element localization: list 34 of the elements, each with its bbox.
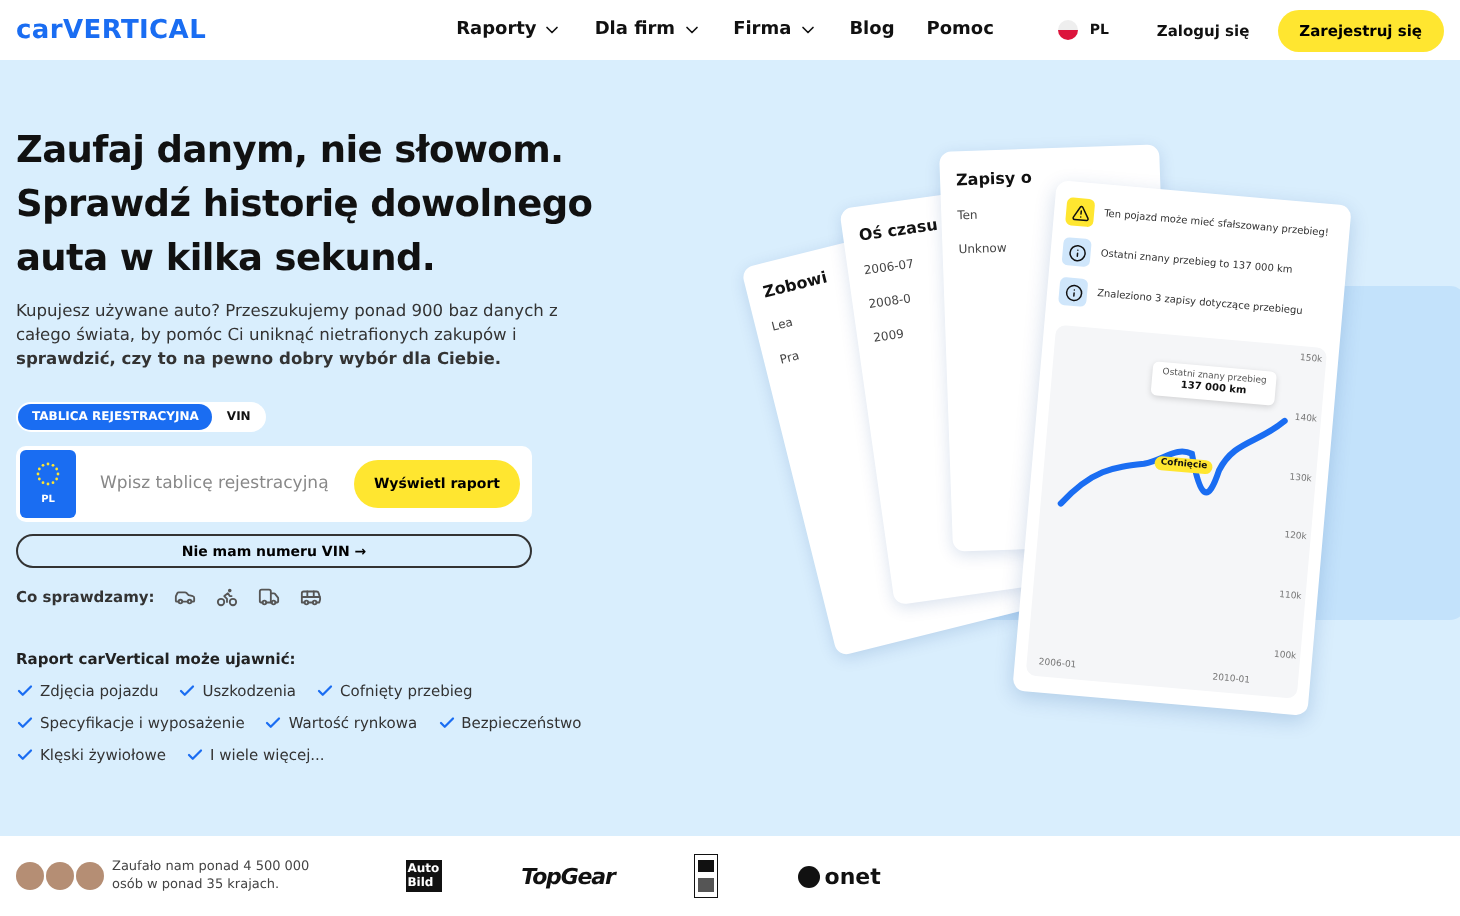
card-title: Oś czasu — [857, 213, 941, 245]
headline: Zaufaj danym, nie słowom. — [16, 128, 566, 176]
headline: auta w kilka sekund. — [16, 236, 438, 284]
check-icon — [316, 682, 335, 700]
check-icon — [186, 746, 204, 764]
nav-link[interactable]: Pomoc — [926, 20, 994, 40]
nav-link[interactable]: Firma — [733, 20, 818, 40]
logo[interactable]: carVERTICAL — [16, 15, 207, 45]
card-title: Zapisy o — [955, 166, 1035, 190]
camper-icon — [300, 586, 323, 608]
eu-stars-icon — [36, 462, 60, 486]
portal-logo: onet — [824, 863, 881, 889]
check-icon — [437, 714, 456, 732]
dot-icon — [798, 865, 821, 887]
avatar — [16, 862, 44, 890]
flag-icon — [1057, 20, 1078, 40]
check-icon — [178, 682, 197, 700]
truck-icon — [258, 586, 281, 608]
avatar — [76, 862, 104, 890]
avatar — [46, 862, 74, 890]
check-icon — [264, 714, 283, 732]
headline: Sprawdź historię dowolnego — [16, 182, 595, 230]
magazine-logo: TopGear — [521, 863, 615, 889]
nav-link[interactable]: Dla firm — [594, 20, 702, 40]
plate-input[interactable]: Wpisz tablicę rejestracyjną — [96, 472, 354, 496]
nav-link[interactable]: Blog — [849, 20, 895, 40]
info-icon — [1058, 276, 1089, 308]
car-icon — [174, 586, 197, 608]
nav-link[interactable]: Raporty — [456, 20, 563, 40]
warning-icon — [1065, 197, 1096, 228]
motorbike-icon — [216, 586, 239, 608]
emblem-logo-icon — [694, 854, 719, 898]
info-icon — [1061, 236, 1092, 268]
intro-paragraph: Kupujesz używane auto? Przeszukujemy ponad 900 baz danych z całego świata, by pomóc Ci uniknąć nietrafionych zakupów i sprawdzić, czy to na pewno dobry wybór dla Ciebie. — [16, 298, 560, 370]
